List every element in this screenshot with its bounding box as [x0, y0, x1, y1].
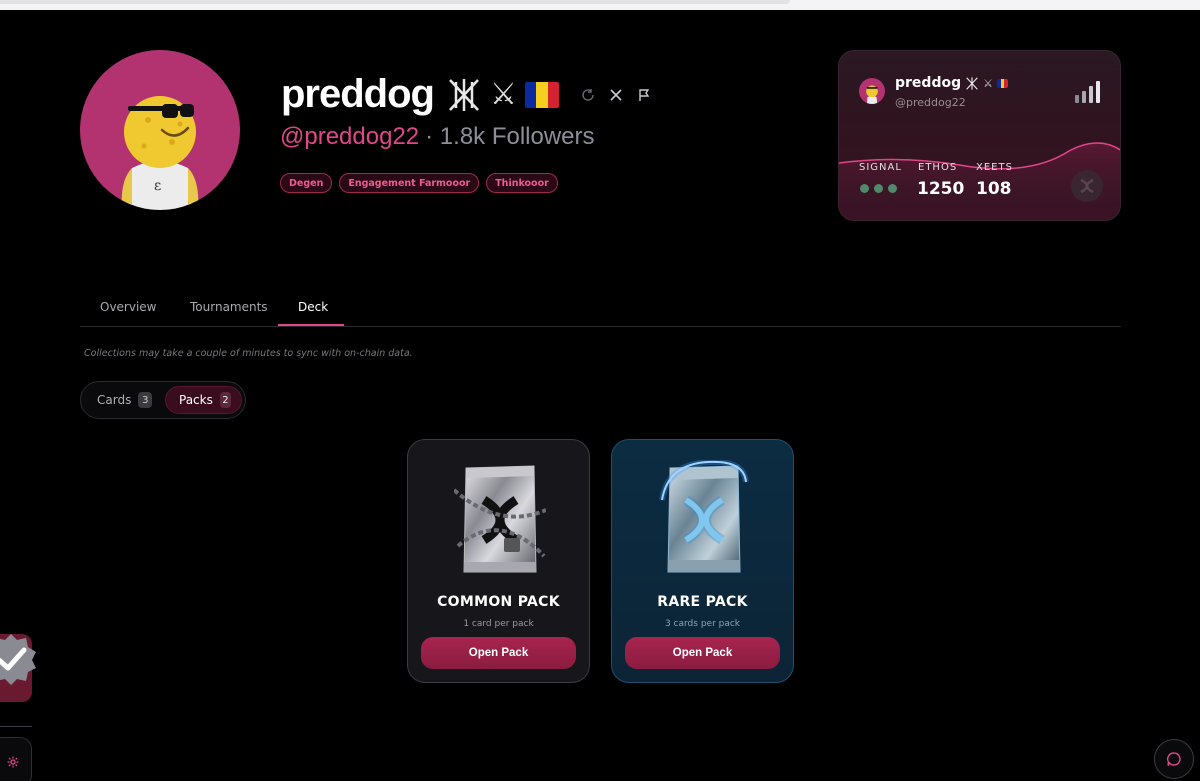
- romania-flag-icon: [524, 81, 559, 108]
- card-name: preddog ⚔: [895, 75, 1008, 91]
- tag-badge: Thinkooor: [486, 173, 558, 193]
- pack-subtitle: 3 cards per pack: [664, 619, 741, 629]
- card-display-name: preddog: [895, 75, 962, 91]
- card-avatar-illustration: [866, 85, 878, 104]
- tab-deck[interactable]: Deck: [298, 300, 328, 314]
- tab-overview[interactable]: Overview: [100, 300, 157, 314]
- xeets-label: XEETS: [976, 162, 1013, 173]
- cards-toggle-label: Cards: [97, 393, 132, 407]
- left-divider: [0, 726, 32, 727]
- profile-name-row: preddog ⚔: [281, 72, 651, 117]
- settings-icon: [7, 756, 19, 768]
- deck-segmented-control: Cards 3 Packs 2: [80, 381, 246, 419]
- svg-text:ε: ε: [154, 178, 161, 194]
- runic-symbol-icon: [966, 76, 978, 90]
- chat-button[interactable]: [1154, 739, 1194, 779]
- profile-avatar: ε: [80, 50, 240, 210]
- tag-badge: Degen: [280, 173, 333, 193]
- cards-toggle-button[interactable]: Cards 3: [84, 386, 162, 414]
- card-handle: @preddog22: [895, 96, 966, 109]
- flag-icon[interactable]: [637, 88, 651, 102]
- card-avatar: [859, 78, 885, 104]
- profile-display-name: preddog: [281, 72, 435, 116]
- verified-badge-icon[interactable]: [0, 632, 38, 686]
- profile-tags: Degen Engagement Farmooor Thinkooor: [280, 173, 558, 193]
- common-pack-card[interactable]: COMMON PACK 1 card per pack Open Pack: [407, 439, 590, 683]
- sync-notice: Collections may take a couple of minutes…: [84, 348, 413, 359]
- cards-count-badge: 3: [138, 392, 153, 408]
- avatar-character-illustration: ε: [121, 96, 199, 210]
- crossed-swords-icon: ⚔: [983, 76, 993, 90]
- open-pack-button[interactable]: Open Pack: [421, 637, 576, 669]
- tab-tournaments[interactable]: Tournaments: [190, 300, 268, 314]
- profile-handle[interactable]: @preddog22: [280, 123, 419, 151]
- ethos-label: ETHOS: [918, 162, 958, 173]
- profile-action-icons: [581, 88, 651, 102]
- xeets-value: 108: [976, 179, 1012, 199]
- pack-logo-icon: [1071, 170, 1103, 202]
- packs-toggle-button[interactable]: Packs 2: [165, 386, 242, 414]
- settings-button[interactable]: [0, 737, 32, 781]
- name-emoji-group: ⚔: [446, 77, 559, 112]
- profile-handle-row: @preddog22 · 1.8k Followers: [280, 123, 595, 151]
- signal-bars-icon: [1075, 81, 1100, 103]
- packs-count-badge: 2: [219, 392, 231, 408]
- followers-count: · 1.8k Followers: [425, 123, 595, 150]
- signal-label: SIGNAL: [859, 162, 902, 173]
- profile-tabs: Overview Tournaments Deck: [80, 290, 1121, 327]
- common-pack-image: [454, 465, 546, 573]
- pack-subtitle: 1 card per pack: [463, 619, 534, 629]
- ethos-value: 1250: [917, 179, 965, 199]
- browser-tab-strip: [0, 0, 790, 4]
- active-tab-indicator: [278, 324, 344, 326]
- chat-icon: [1167, 752, 1181, 766]
- rare-pack-card[interactable]: RARE PACK 3 cards per pack Open Pack: [611, 439, 794, 683]
- refresh-icon[interactable]: [581, 88, 595, 102]
- romania-flag-icon: [996, 78, 1008, 88]
- crossed-swords-icon: ⚔: [489, 77, 517, 112]
- runic-symbol-icon: [449, 78, 479, 111]
- signal-dots: [860, 184, 897, 193]
- profile-summary-card: preddog ⚔ @preddog22 SIGNAL ETHOS 1250 X…: [838, 50, 1121, 221]
- pack-title: COMMON PACK: [437, 594, 560, 610]
- open-pack-button[interactable]: Open Pack: [625, 637, 780, 669]
- tag-badge: Engagement Farmooor: [339, 173, 480, 193]
- pack-title: RARE PACK: [657, 594, 748, 610]
- browser-top-strip: [0, 0, 1200, 10]
- packs-toggle-label: Packs: [179, 393, 213, 407]
- rare-pack-image: [659, 460, 749, 573]
- x-logo-icon[interactable]: [609, 88, 623, 102]
